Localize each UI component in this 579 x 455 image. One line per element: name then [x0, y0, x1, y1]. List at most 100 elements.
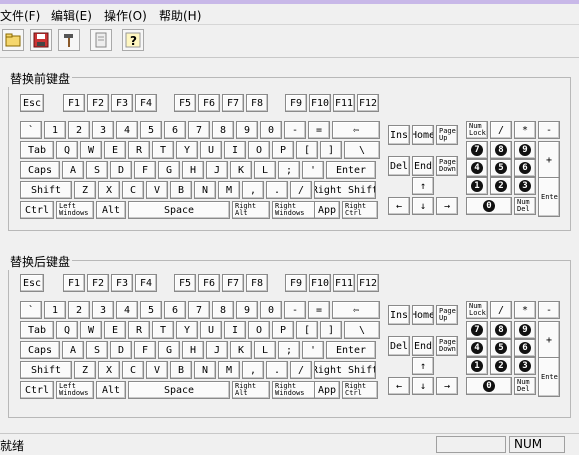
- key-d[interactable]: D: [110, 161, 132, 179]
- key-t[interactable]: T: [152, 141, 174, 159]
- key-m[interactable]: M: [218, 181, 240, 199]
- key-t[interactable]: T: [152, 321, 174, 339]
- key-j[interactable]: J: [206, 161, 228, 179]
- key-shift[interactable]: Shift: [20, 361, 72, 379]
- key-f3[interactable]: F3: [111, 94, 133, 112]
- key-9[interactable]: 9: [236, 301, 258, 319]
- numpad-del[interactable]: Num Del: [514, 377, 536, 395]
- key-z[interactable]: Z: [74, 361, 96, 379]
- key-del[interactable]: Del: [388, 156, 410, 176]
- numpad-8[interactable]: 8: [490, 321, 512, 339]
- key-p[interactable]: P: [272, 321, 294, 339]
- hammer-button[interactable]: [58, 29, 80, 51]
- key-right-ctrl[interactable]: Right Ctrl: [342, 381, 378, 399]
- key-left-windows[interactable]: Left Windows: [56, 201, 94, 219]
- key-alt[interactable]: Alt: [96, 201, 126, 219]
- key-right-ctrl[interactable]: Right Ctrl: [342, 201, 378, 219]
- numpad-plus[interactable]: +: [538, 321, 560, 359]
- menu-action[interactable]: 操作(O): [104, 7, 147, 24]
- key-f10[interactable]: F10: [309, 94, 331, 112]
- key-f12[interactable]: F12: [357, 274, 379, 292]
- numpad-1[interactable]: 1: [466, 177, 488, 195]
- numpad-num-lock[interactable]: Num Lock: [466, 301, 488, 319]
- key-backslash[interactable]: \: [344, 321, 380, 339]
- key-s[interactable]: S: [86, 161, 108, 179]
- numpad-del[interactable]: Num Del: [514, 197, 536, 215]
- key-w[interactable]: W: [80, 321, 102, 339]
- key-f9[interactable]: F9: [285, 274, 307, 292]
- key-/[interactable]: /: [290, 361, 312, 379]
- key-right-alt[interactable]: Right Alt: [232, 381, 270, 399]
- key-arrow-down[interactable]: ↓: [412, 197, 434, 215]
- key-s[interactable]: S: [86, 341, 108, 359]
- key-enter[interactable]: Enter: [326, 341, 376, 359]
- key-7[interactable]: 7: [188, 121, 210, 139]
- numpad-2[interactable]: 2: [490, 177, 512, 195]
- key-backspace[interactable]: ⇦: [332, 301, 380, 319]
- key-home[interactable]: Home: [412, 125, 434, 145]
- numpad--[interactable]: -: [538, 301, 560, 319]
- key-backslash[interactable]: \: [344, 141, 380, 159]
- key-caps[interactable]: Caps: [20, 161, 60, 179]
- key-l[interactable]: L: [254, 341, 276, 359]
- key-'[interactable]: ': [302, 341, 324, 359]
- numpad-4[interactable]: 4: [466, 159, 488, 177]
- key-.[interactable]: .: [266, 361, 288, 379]
- key-u[interactable]: U: [200, 141, 222, 159]
- key-f7[interactable]: F7: [222, 94, 244, 112]
- key-r[interactable]: R: [128, 321, 150, 339]
- key-e[interactable]: E: [104, 141, 126, 159]
- key-f12[interactable]: F12: [357, 94, 379, 112]
- key-ins[interactable]: Ins: [388, 125, 410, 145]
- key-f11[interactable]: F11: [333, 274, 355, 292]
- key-][interactable]: ]: [320, 321, 342, 339]
- key-c[interactable]: C: [122, 361, 144, 379]
- numpad-0[interactable]: 0: [466, 197, 512, 215]
- key-=[interactable]: =: [308, 121, 330, 139]
- key-f3[interactable]: F3: [111, 274, 133, 292]
- key-;[interactable]: ;: [278, 161, 300, 179]
- numpad-6[interactable]: 6: [514, 339, 536, 357]
- key-/[interactable]: /: [290, 181, 312, 199]
- key-x[interactable]: X: [98, 361, 120, 379]
- menu-help[interactable]: 帮助(H): [159, 7, 201, 24]
- key-o[interactable]: O: [248, 141, 270, 159]
- key-page-down[interactable]: Page Down: [436, 156, 458, 176]
- key-q[interactable]: Q: [56, 321, 78, 339]
- key-g[interactable]: G: [158, 341, 180, 359]
- key-arrow-right[interactable]: →: [436, 197, 458, 215]
- key-o[interactable]: O: [248, 321, 270, 339]
- key-[[interactable]: [: [296, 141, 318, 159]
- key-f11[interactable]: F11: [333, 94, 355, 112]
- key-esc[interactable]: Esc: [20, 274, 44, 292]
- key-4[interactable]: 4: [116, 301, 138, 319]
- key-][interactable]: ]: [320, 141, 342, 159]
- key-m[interactable]: M: [218, 361, 240, 379]
- key-shift[interactable]: Shift: [20, 181, 72, 199]
- key-a[interactable]: A: [62, 341, 84, 359]
- help-button[interactable]: ?: [122, 29, 144, 51]
- key-right-shift[interactable]: Right Shift: [314, 181, 376, 199]
- key-tab[interactable]: Tab: [20, 321, 54, 339]
- key-tab[interactable]: Tab: [20, 141, 54, 159]
- numpad-3[interactable]: 3: [514, 177, 536, 195]
- key-f5[interactable]: F5: [174, 274, 196, 292]
- key-f6[interactable]: F6: [198, 94, 220, 112]
- key-end[interactable]: End: [412, 156, 434, 176]
- key-page-up[interactable]: Page Up: [436, 305, 458, 325]
- key-=[interactable]: =: [308, 301, 330, 319]
- numpad-8[interactable]: 8: [490, 141, 512, 159]
- numpad--[interactable]: -: [538, 121, 560, 139]
- key-arrow-left[interactable]: ←: [388, 377, 410, 395]
- key-p[interactable]: P: [272, 141, 294, 159]
- key-enter[interactable]: Enter: [326, 161, 376, 179]
- key-right-windows[interactable]: Right Windows: [272, 381, 316, 399]
- numpad-*[interactable]: *: [514, 121, 536, 139]
- key-ctrl[interactable]: Ctrl: [20, 381, 54, 399]
- key-z[interactable]: Z: [74, 181, 96, 199]
- key-8[interactable]: 8: [212, 301, 234, 319]
- numpad-5[interactable]: 5: [490, 339, 512, 357]
- key-y[interactable]: Y: [176, 321, 198, 339]
- key-n[interactable]: N: [194, 181, 216, 199]
- key-n[interactable]: N: [194, 361, 216, 379]
